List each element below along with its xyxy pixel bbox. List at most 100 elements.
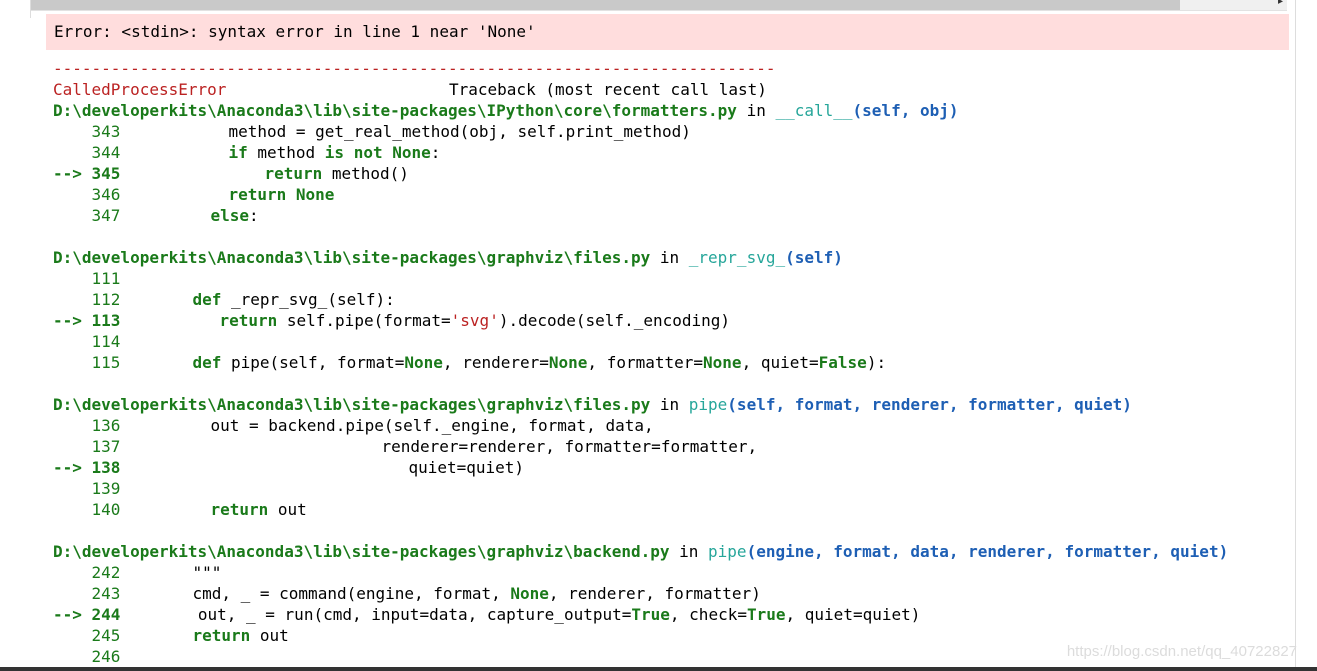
current-line-arrow: -->	[53, 311, 92, 330]
keyword: None	[295, 185, 335, 204]
code-line: 140 return out	[53, 499, 1293, 520]
frame-function-name: _repr_svg_	[688, 248, 786, 267]
line-number: 242	[91, 563, 121, 582]
code-line: 242 """	[53, 562, 1293, 583]
line-number: 346	[91, 185, 121, 204]
code-line: 115 def pipe(self, format=None, renderer=…	[53, 352, 1293, 373]
line-number: 343	[91, 122, 121, 141]
frame-arguments: (self, format, renderer, formatter, quie…	[727, 395, 1132, 414]
error-message: Error: <stdin>: syntax error in line 1 n…	[54, 22, 536, 41]
traceback-separator: ----------------------------------------…	[53, 59, 776, 78]
keyword: return	[219, 311, 278, 330]
code-line: --> 138 quiet=quiet)	[53, 457, 1293, 478]
code-line: 346 return None	[53, 184, 1293, 205]
line-number: 140	[91, 500, 121, 519]
frame-arguments: (engine, format, data, renderer, formatt…	[746, 542, 1229, 561]
code-line: --> 113 return self.pipe(format='svg').de…	[53, 310, 1293, 331]
line-number: 347	[91, 206, 121, 225]
code-line: 114	[53, 331, 1293, 352]
code-line: 243 cmd, _ = command(engine, format, None…	[53, 583, 1293, 604]
line-number: 114	[91, 332, 121, 351]
traceback-title: Traceback (most recent call last)	[449, 80, 767, 99]
frame-header: D:\developerkits\Anaconda3\lib\site-pack…	[53, 248, 843, 267]
code-text: return out	[192, 626, 289, 645]
code-line: --> 244 out, _ = run(cmd, input=data, cap…	[53, 604, 1293, 625]
line-number: 137	[91, 437, 121, 456]
keyword: None	[703, 353, 742, 372]
line-number: 115	[91, 353, 121, 372]
keyword: return	[264, 164, 323, 183]
stderr-output: Error: <stdin>: syntax error in line 1 n…	[46, 14, 1289, 50]
keyword: None	[510, 584, 549, 603]
watermark: https://blog.csdn.net/qq_40722827	[1066, 643, 1297, 660]
frame-header: D:\developerkits\Anaconda3\lib\site-pack…	[53, 542, 1229, 561]
code-text: out = backend.pipe(self._engine, format,…	[210, 416, 654, 435]
current-line-arrow: -->	[53, 605, 92, 624]
keyword: return	[210, 500, 269, 519]
frame-function-name: pipe	[708, 542, 747, 561]
line-number: 111	[91, 269, 121, 288]
keyword: else	[210, 206, 249, 225]
code-line: --> 345 return method()	[53, 163, 1293, 184]
line-number: 139	[91, 479, 121, 498]
traceback: ----------------------------------------…	[53, 58, 1293, 667]
code-line: 111	[53, 268, 1293, 289]
code-text: if method is not None:	[228, 143, 441, 162]
code-line: 136 out = backend.pipe(self._engine, form…	[53, 415, 1293, 436]
frame-file-path: D:\developerkits\Anaconda3\lib\site-pack…	[53, 395, 651, 414]
frame-file-path: D:\developerkits\Anaconda3\lib\site-pack…	[53, 542, 670, 561]
frame-file-path: D:\developerkits\Anaconda3\lib\site-pack…	[53, 101, 737, 120]
line-number: 244	[91, 605, 121, 624]
code-text: return method()	[264, 164, 409, 183]
code-text: cmd, _ = command(engine, format, None, r…	[192, 584, 761, 603]
keyword: False	[818, 353, 867, 372]
current-line-arrow: -->	[53, 164, 92, 183]
current-line-arrow: -->	[53, 458, 92, 477]
code-text: return self.pipe(format='svg').decode(se…	[219, 311, 731, 330]
line-number: 245	[91, 626, 121, 645]
code-text: return out	[210, 500, 307, 519]
line-number: 344	[91, 143, 121, 162]
frame-file-path: D:\developerkits\Anaconda3\lib\site-pack…	[53, 248, 651, 267]
line-number: 136	[91, 416, 121, 435]
code-line: 347 else:	[53, 205, 1293, 226]
code-text: return None	[228, 185, 334, 204]
code-line: 139	[53, 478, 1293, 499]
frame-function-name: pipe	[688, 395, 728, 414]
keyword: None	[392, 143, 431, 162]
code-text: out, _ = run(cmd, input=data, capture_ou…	[197, 605, 921, 624]
exception-name: CalledProcessError	[53, 80, 227, 99]
keyword: return	[228, 185, 287, 204]
code-text: quiet=quiet)	[408, 458, 525, 477]
code-line: 112 def _repr_svg_(self):	[53, 289, 1293, 310]
keyword: is	[324, 143, 345, 162]
code-text: else:	[210, 206, 259, 225]
keyword: def	[192, 290, 222, 309]
scrollbar-thumb[interactable]	[30, 0, 1180, 10]
frame-arguments: (self)	[785, 248, 843, 267]
keyword: not	[353, 143, 383, 162]
frame-header: D:\developerkits\Anaconda3\lib\site-pack…	[53, 395, 1132, 414]
code-line: 137 renderer=renderer, formatter=formatte…	[53, 436, 1293, 457]
code-text: """	[192, 563, 222, 582]
traceback-header: CalledProcessError Traceback (most recent…	[53, 79, 1293, 100]
horizontal-scrollbar[interactable]: ▸	[30, 0, 1287, 11]
string-literal: 'svg'	[450, 311, 499, 330]
keyword: return	[192, 626, 251, 645]
code-text: def _repr_svg_(self):	[192, 290, 395, 309]
line-number: 112	[91, 290, 121, 309]
line-number: 345	[91, 164, 121, 183]
cell-border-right	[1295, 0, 1296, 671]
line-number: 243	[91, 584, 121, 603]
keyword: def	[192, 353, 222, 372]
keyword: True	[631, 605, 670, 624]
scroll-right-arrow-icon[interactable]: ▸	[1278, 0, 1283, 7]
code-text: method = get_real_method(obj, self.print…	[228, 122, 691, 141]
line-number: 113	[91, 311, 121, 330]
cell-border-left	[30, 0, 31, 18]
frame-header: D:\developerkits\Anaconda3\lib\site-pack…	[53, 101, 959, 120]
keyword: True	[746, 605, 786, 624]
taskbar-edge	[0, 667, 1317, 671]
